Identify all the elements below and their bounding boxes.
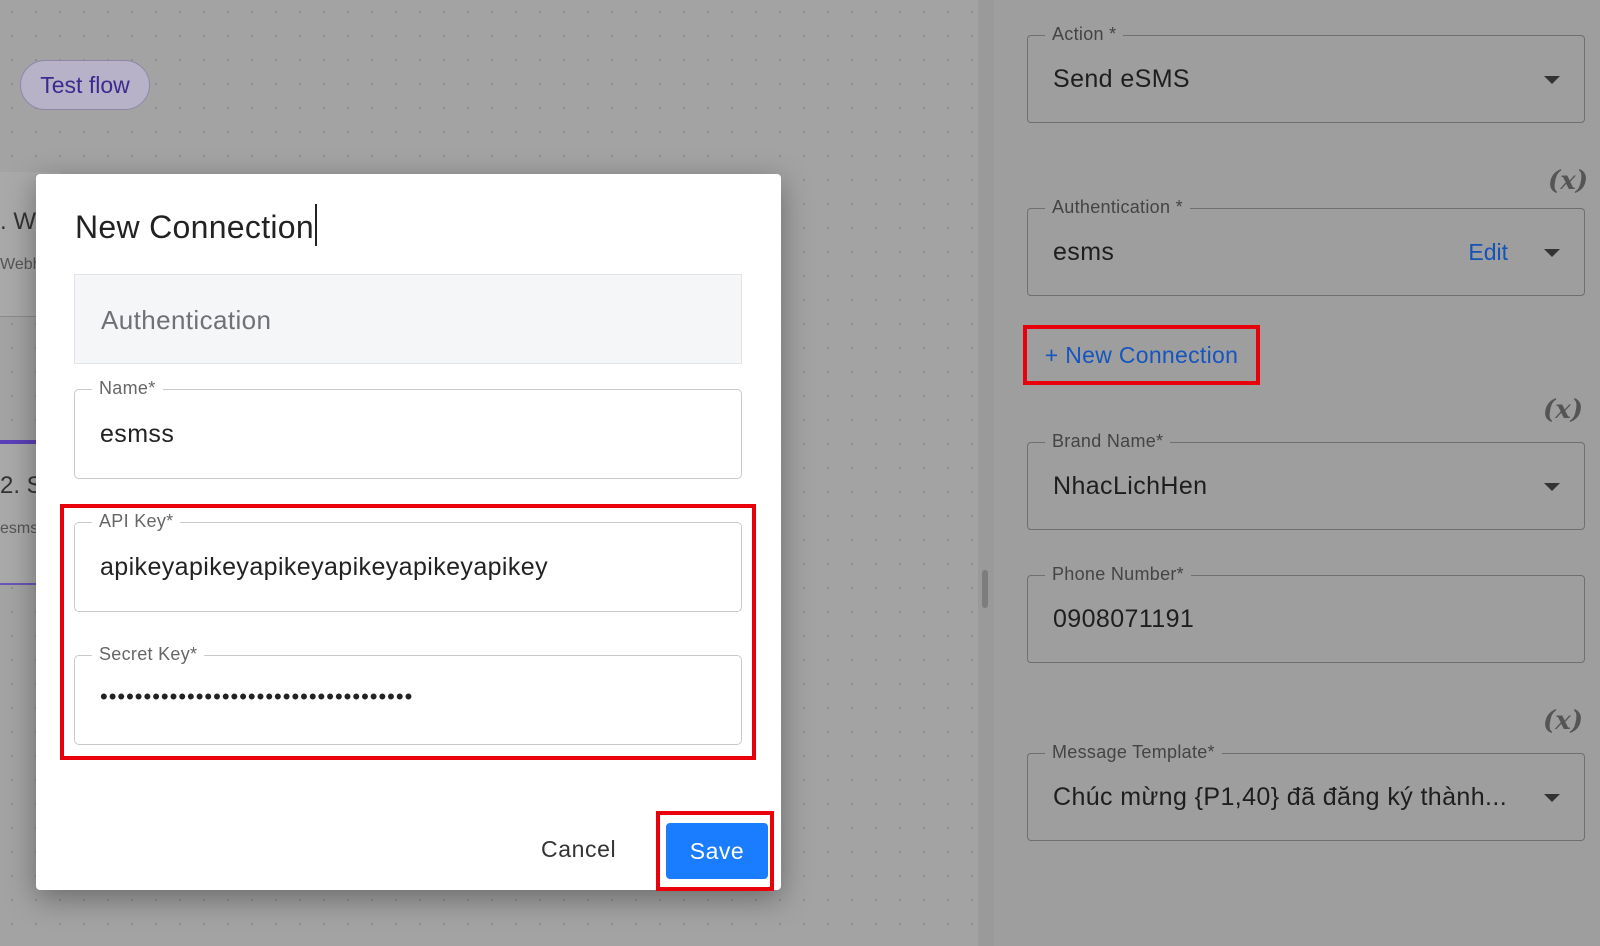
field-label: Message Template* [1045,742,1222,763]
message-template-select[interactable]: Message Template* Chúc mừng {P1,40} đã đ… [1027,742,1585,841]
chevron-down-icon [1544,483,1560,491]
authentication-select[interactable]: Authentication * esms Edit [1027,197,1585,296]
brand-name-select[interactable]: Brand Name* NhacLichHen [1027,431,1585,530]
field-value: 0908071191 [1053,605,1195,633]
field-value: NhacLichHen [1053,472,1208,500]
section-label: Authentication [101,305,272,335]
dialog-title: New Connection [75,204,317,246]
cancel-button[interactable]: Cancel [541,836,616,863]
test-flow-button[interactable]: Test flow [20,60,150,110]
node-subtitle: esms [0,520,39,537]
node-title: . W [0,208,36,235]
chevron-down-icon [1544,76,1560,84]
action-select[interactable]: Action * Send eSMS [1027,24,1585,123]
field-label: Authentication * [1045,197,1190,218]
edit-connection-link[interactable]: Edit [1468,239,1508,266]
authentication-section: Authentication [74,274,742,364]
field-value: esmss [100,420,175,448]
field-value: apikeyapikeyapikeyapikeyapikeyapikey [100,553,548,581]
text-cursor [315,204,317,246]
phone-number-input[interactable]: Phone Number* 0908071191 [1027,564,1585,663]
api-key-field[interactable]: API Key* apikeyapikeyapikeyapikeyapikeya… [74,511,742,612]
field-label: Secret Key* [92,644,205,665]
field-label: Name* [92,378,163,399]
variable-icon[interactable]: (x) [1543,706,1583,736]
field-value: Send eSMS [1053,65,1191,93]
variable-icon[interactable]: (x) [1543,395,1583,425]
field-label: Brand Name* [1045,431,1171,452]
new-connection-dialog: New Connection Authentication Name* esms… [36,174,781,891]
resize-handle[interactable] [982,570,988,608]
save-button[interactable]: Save [666,823,768,879]
field-value: esms [1053,238,1115,266]
chevron-down-icon [1544,794,1560,802]
variable-icon[interactable]: (x) [1548,166,1588,196]
field-label: Phone Number* [1045,564,1191,585]
highlight-box: Save [656,811,774,891]
field-value: Chúc mừng {P1,40} đã đăng ký thành... [1053,783,1508,811]
field-label: API Key* [92,511,181,532]
field-value: •••••••••••••••••••••••••••••••••••• [100,684,414,709]
chevron-down-icon [1544,249,1560,257]
field-label: Action * [1045,24,1124,45]
new-connection-button[interactable]: + New Connection [1023,325,1260,385]
name-field[interactable]: Name* esmss [74,378,742,479]
panel-divider [978,0,994,946]
secret-key-field[interactable]: Secret Key* ••••••••••••••••••••••••••••… [74,644,742,745]
